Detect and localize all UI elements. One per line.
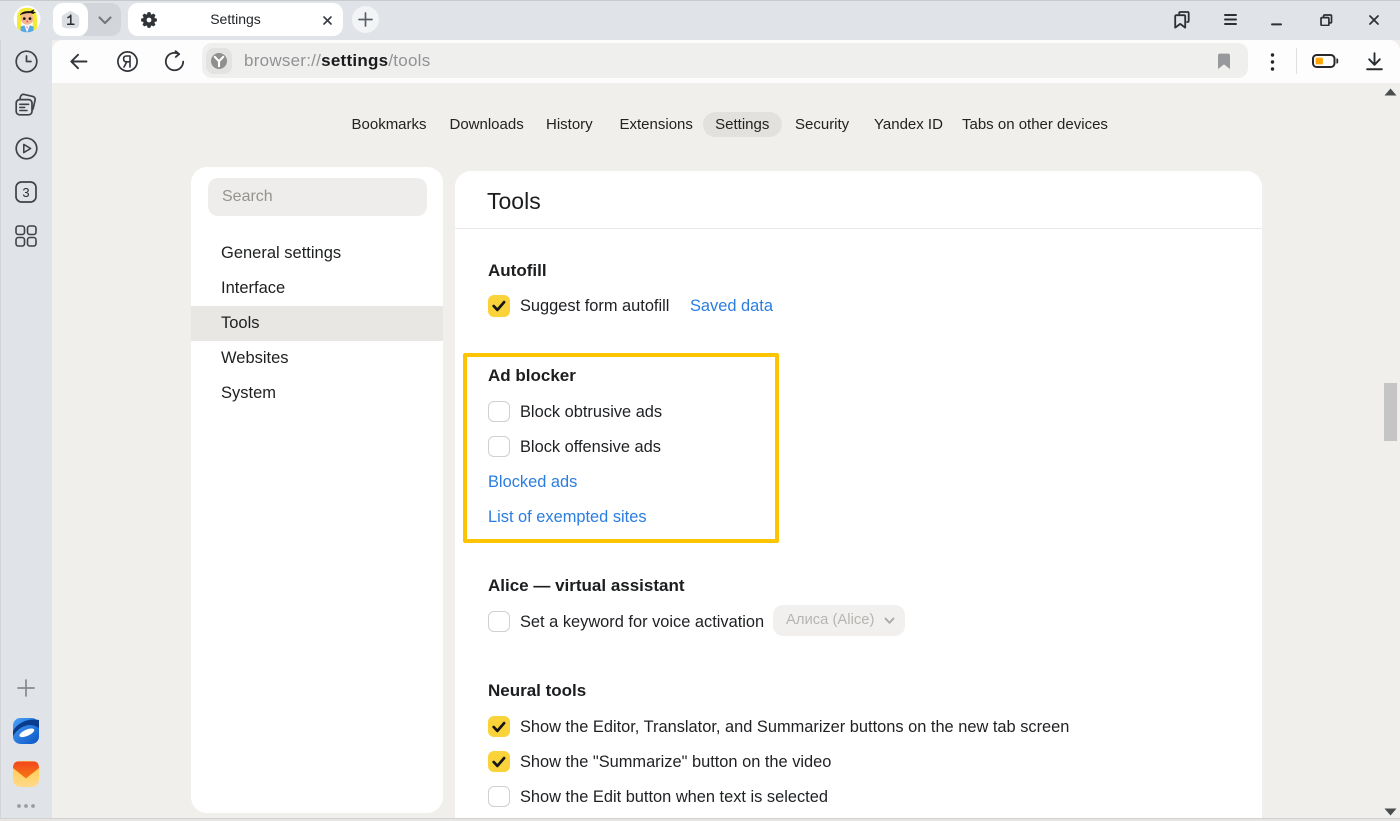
svg-text:3: 3 xyxy=(22,185,29,200)
